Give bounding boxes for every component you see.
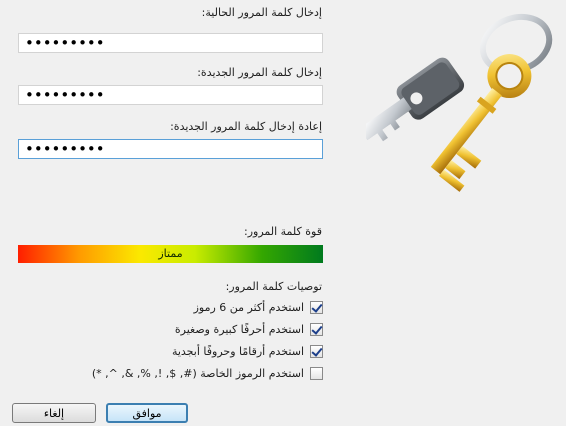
- current-password-label: إدخال كلمة المرور الحالية:: [201, 6, 322, 19]
- recommendation-item: استخدم أحرفًا كبيرة وصغيرة: [175, 321, 323, 337]
- ok-button[interactable]: موافق: [106, 403, 188, 423]
- cancel-button[interactable]: إلغاء: [12, 403, 96, 423]
- recommendation-item: استخدم أكثر من 6 رموز: [194, 299, 323, 315]
- recommendation-checkbox[interactable]: [310, 366, 323, 380]
- recommendation-text: استخدم أرقامًا وحروفًا أبجدية: [171, 344, 304, 358]
- new-password-input[interactable]: [18, 85, 323, 105]
- recommendation-checkbox[interactable]: [310, 344, 323, 358]
- recommendation-text: استخدم الرموز الخاصة (#, $, !, %, &, ^, …: [91, 366, 304, 380]
- password-strength-value: ممتاز: [158, 247, 183, 260]
- recommendation-checkbox[interactable]: [310, 322, 323, 336]
- password-strength-meter: ممتاز: [18, 245, 323, 263]
- confirm-password-label: إعادة إدخال كلمة المرور الجديدة:: [170, 120, 322, 133]
- recommendation-text: استخدم أحرفًا كبيرة وصغيرة: [174, 322, 304, 336]
- recommendation-item: استخدم الرموز الخاصة (#, $, !, %, &, ^, …: [92, 365, 323, 381]
- confirm-password-input[interactable]: [18, 139, 323, 159]
- recommendation-item: استخدم أرقامًا وحروفًا أبجدية: [172, 343, 323, 359]
- keys-icon: [366, 13, 553, 192]
- recommendation-text: استخدم أكثر من 6 رموز: [193, 300, 304, 314]
- new-password-label: إدخال كلمة المرور الجديدة:: [197, 66, 322, 79]
- recommendations-label: توصيات كلمة المرور:: [225, 280, 322, 293]
- recommendation-checkbox[interactable]: [310, 300, 323, 314]
- current-password-input[interactable]: [18, 33, 323, 53]
- password-strength-label: قوة كلمة المرور:: [244, 225, 322, 238]
